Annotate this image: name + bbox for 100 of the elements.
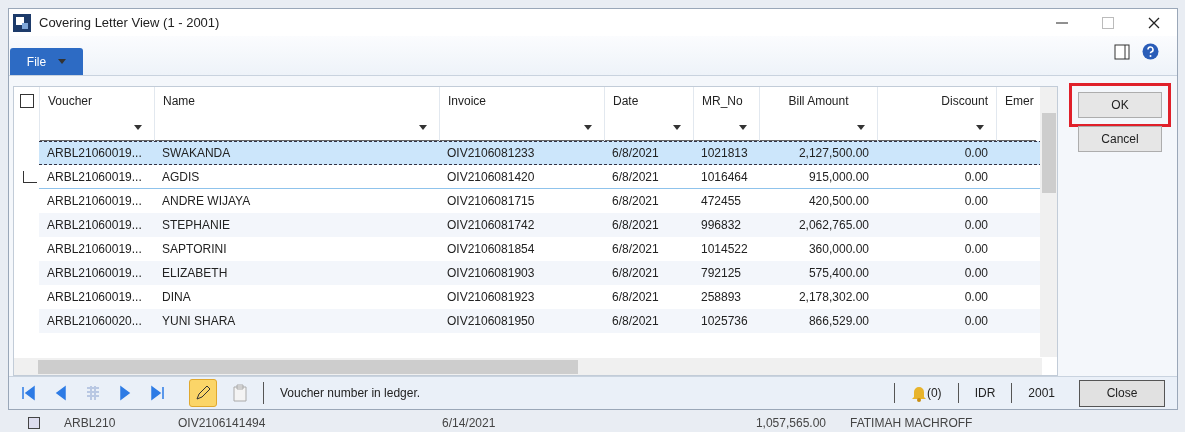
table-cell: 472455 bbox=[701, 194, 742, 208]
table-cell-text: FATIMAH MACHROFF bbox=[850, 415, 974, 432]
table-cell: 6/8/2021 bbox=[612, 146, 659, 160]
table-cell: 6/8/2021 bbox=[612, 218, 659, 232]
table-cell: 0.00 bbox=[964, 266, 988, 280]
table-cell: ARBL21060020... bbox=[47, 314, 142, 328]
next-record-icon[interactable] bbox=[117, 385, 133, 401]
table-cell: ARBL21060019... bbox=[47, 290, 142, 304]
table-cell: 0.00 bbox=[964, 194, 988, 208]
table-cell: AGDIS bbox=[162, 169, 200, 184]
filter-arrow-icon[interactable] bbox=[739, 125, 747, 130]
table-cell: ARBL21060019... bbox=[47, 146, 142, 160]
app-icon bbox=[13, 13, 31, 32]
column-header[interactable]: Invoice bbox=[448, 92, 487, 110]
table-cell: STEPHANIE bbox=[162, 218, 230, 232]
column-header[interactable]: MR_No bbox=[702, 92, 743, 110]
column-header[interactable]: Voucher bbox=[48, 92, 93, 110]
filter-arrow-icon[interactable] bbox=[976, 125, 984, 130]
table-cell: ARBL21060019... bbox=[47, 242, 142, 256]
column-header[interactable]: Date bbox=[613, 92, 639, 110]
table-cell: 0.00 bbox=[964, 169, 988, 184]
currency-label: IDR bbox=[974, 385, 996, 402]
table-cell: 0.00 bbox=[964, 314, 988, 328]
table-cell: ARBL21060019... bbox=[47, 169, 142, 184]
table-cell: OIV2106081923 bbox=[447, 290, 535, 304]
status-message: Voucher number in ledger. bbox=[280, 385, 421, 402]
dialog-button[interactable]: Cancel bbox=[1078, 126, 1162, 152]
previous-record-icon[interactable] bbox=[53, 385, 69, 401]
horizontal-scrollbar[interactable] bbox=[14, 358, 1042, 375]
filter-arrow-icon[interactable] bbox=[584, 125, 592, 130]
table-cell: SAPTORINI bbox=[162, 242, 227, 256]
table-cell: 0.00 bbox=[964, 242, 988, 256]
table-cell: 258893 bbox=[701, 290, 742, 304]
table-cell: OIV2106081854 bbox=[447, 242, 535, 256]
table-cell: 0.00 bbox=[964, 290, 988, 304]
filter-arrow-icon[interactable] bbox=[134, 125, 142, 130]
last-record-icon[interactable] bbox=[149, 385, 165, 401]
table-cell: 1021813 bbox=[701, 146, 748, 160]
panel-icon[interactable] bbox=[1114, 43, 1130, 60]
table-cell: 915,000.00 bbox=[808, 169, 869, 184]
close-icon[interactable] bbox=[1147, 15, 1161, 30]
table-cell: 6/8/2021 bbox=[612, 242, 659, 256]
table-cell: 575,400.00 bbox=[808, 266, 869, 280]
table-cell: 6/8/2021 bbox=[612, 169, 659, 184]
column-header[interactable]: Discount bbox=[941, 92, 988, 110]
table-cell: 996832 bbox=[701, 218, 742, 232]
table-cell: OIV2106081233 bbox=[447, 146, 535, 160]
row-marker bbox=[23, 170, 37, 183]
table-cell: 0.00 bbox=[964, 146, 988, 160]
dropdown-arrow-icon[interactable] bbox=[58, 59, 67, 64]
table-cell-text: 1,057,565.00 bbox=[754, 415, 826, 432]
table-cell: OIV2106081903 bbox=[447, 266, 535, 280]
table-cell-text: 6/14/2021 bbox=[442, 415, 497, 432]
table-cell: 6/8/2021 bbox=[612, 314, 659, 328]
filter-arrow-icon[interactable] bbox=[673, 125, 681, 130]
column-header[interactable]: Emer bbox=[1005, 92, 1034, 110]
table-cell: 420,500.00 bbox=[808, 194, 869, 208]
table-cell: OIV2106081715 bbox=[447, 194, 535, 208]
table-cell: DINA bbox=[162, 290, 191, 304]
table-cell: OIV2106081950 bbox=[447, 314, 535, 328]
table-cell: ELIZABETH bbox=[162, 266, 228, 280]
table-cell: 2,127,500.00 bbox=[798, 146, 869, 160]
help-icon[interactable] bbox=[1142, 43, 1159, 60]
table-cell: 1025736 bbox=[701, 314, 748, 328]
window-title: Covering Letter View (1 - 2001) bbox=[39, 13, 220, 32]
table-cell: 866,529.00 bbox=[808, 314, 869, 328]
company-label: 2001 bbox=[1028, 385, 1055, 402]
close-button[interactable]: Close bbox=[1079, 379, 1165, 407]
table-cell: 360,000.00 bbox=[808, 242, 869, 256]
scroll-thumb[interactable] bbox=[38, 359, 578, 374]
table-cell: YUNI SHARA bbox=[162, 314, 236, 328]
table-cell: OIV2106081742 bbox=[447, 218, 535, 232]
table-cell: 6/8/2021 bbox=[612, 194, 659, 208]
table-cell: 6/8/2021 bbox=[612, 266, 659, 280]
table-cell: OIV2106081420 bbox=[447, 169, 535, 184]
table-cell: 1014522 bbox=[701, 242, 748, 256]
row-checkbox[interactable] bbox=[28, 417, 40, 429]
column-header[interactable]: Bill Amount bbox=[788, 92, 849, 110]
table-cell: ARBL21060019... bbox=[47, 218, 142, 232]
table-cell-text: OIV2106141494 bbox=[178, 415, 267, 432]
filter-arrow-icon[interactable] bbox=[857, 125, 865, 130]
notification-count: (0) bbox=[926, 385, 942, 402]
table-cell: 1016464 bbox=[701, 169, 748, 184]
table-cell: 2,062,765.00 bbox=[798, 218, 869, 232]
table-cell: ARBL21060019... bbox=[47, 194, 142, 208]
table-cell: ARBL21060019... bbox=[47, 266, 142, 280]
table-cell: 792125 bbox=[701, 266, 742, 280]
table-cell: 2,178,302.00 bbox=[798, 290, 869, 304]
column-header[interactable]: Name bbox=[163, 92, 195, 110]
file-menu-tab[interactable]: File bbox=[10, 48, 83, 75]
scroll-thumb[interactable] bbox=[1041, 112, 1056, 193]
first-record-icon[interactable] bbox=[21, 385, 37, 401]
table-cell: 6/8/2021 bbox=[612, 290, 659, 304]
select-all-checkbox[interactable] bbox=[19, 94, 34, 108]
pencil-icon bbox=[194, 384, 212, 402]
table-cell-text: ARBL210 bbox=[64, 415, 117, 432]
table-cell: 0.00 bbox=[964, 218, 988, 232]
edit-button[interactable] bbox=[189, 379, 217, 407]
filter-arrow-icon[interactable] bbox=[419, 125, 427, 130]
table-cell: ANDRE WIJAYA bbox=[162, 194, 251, 208]
